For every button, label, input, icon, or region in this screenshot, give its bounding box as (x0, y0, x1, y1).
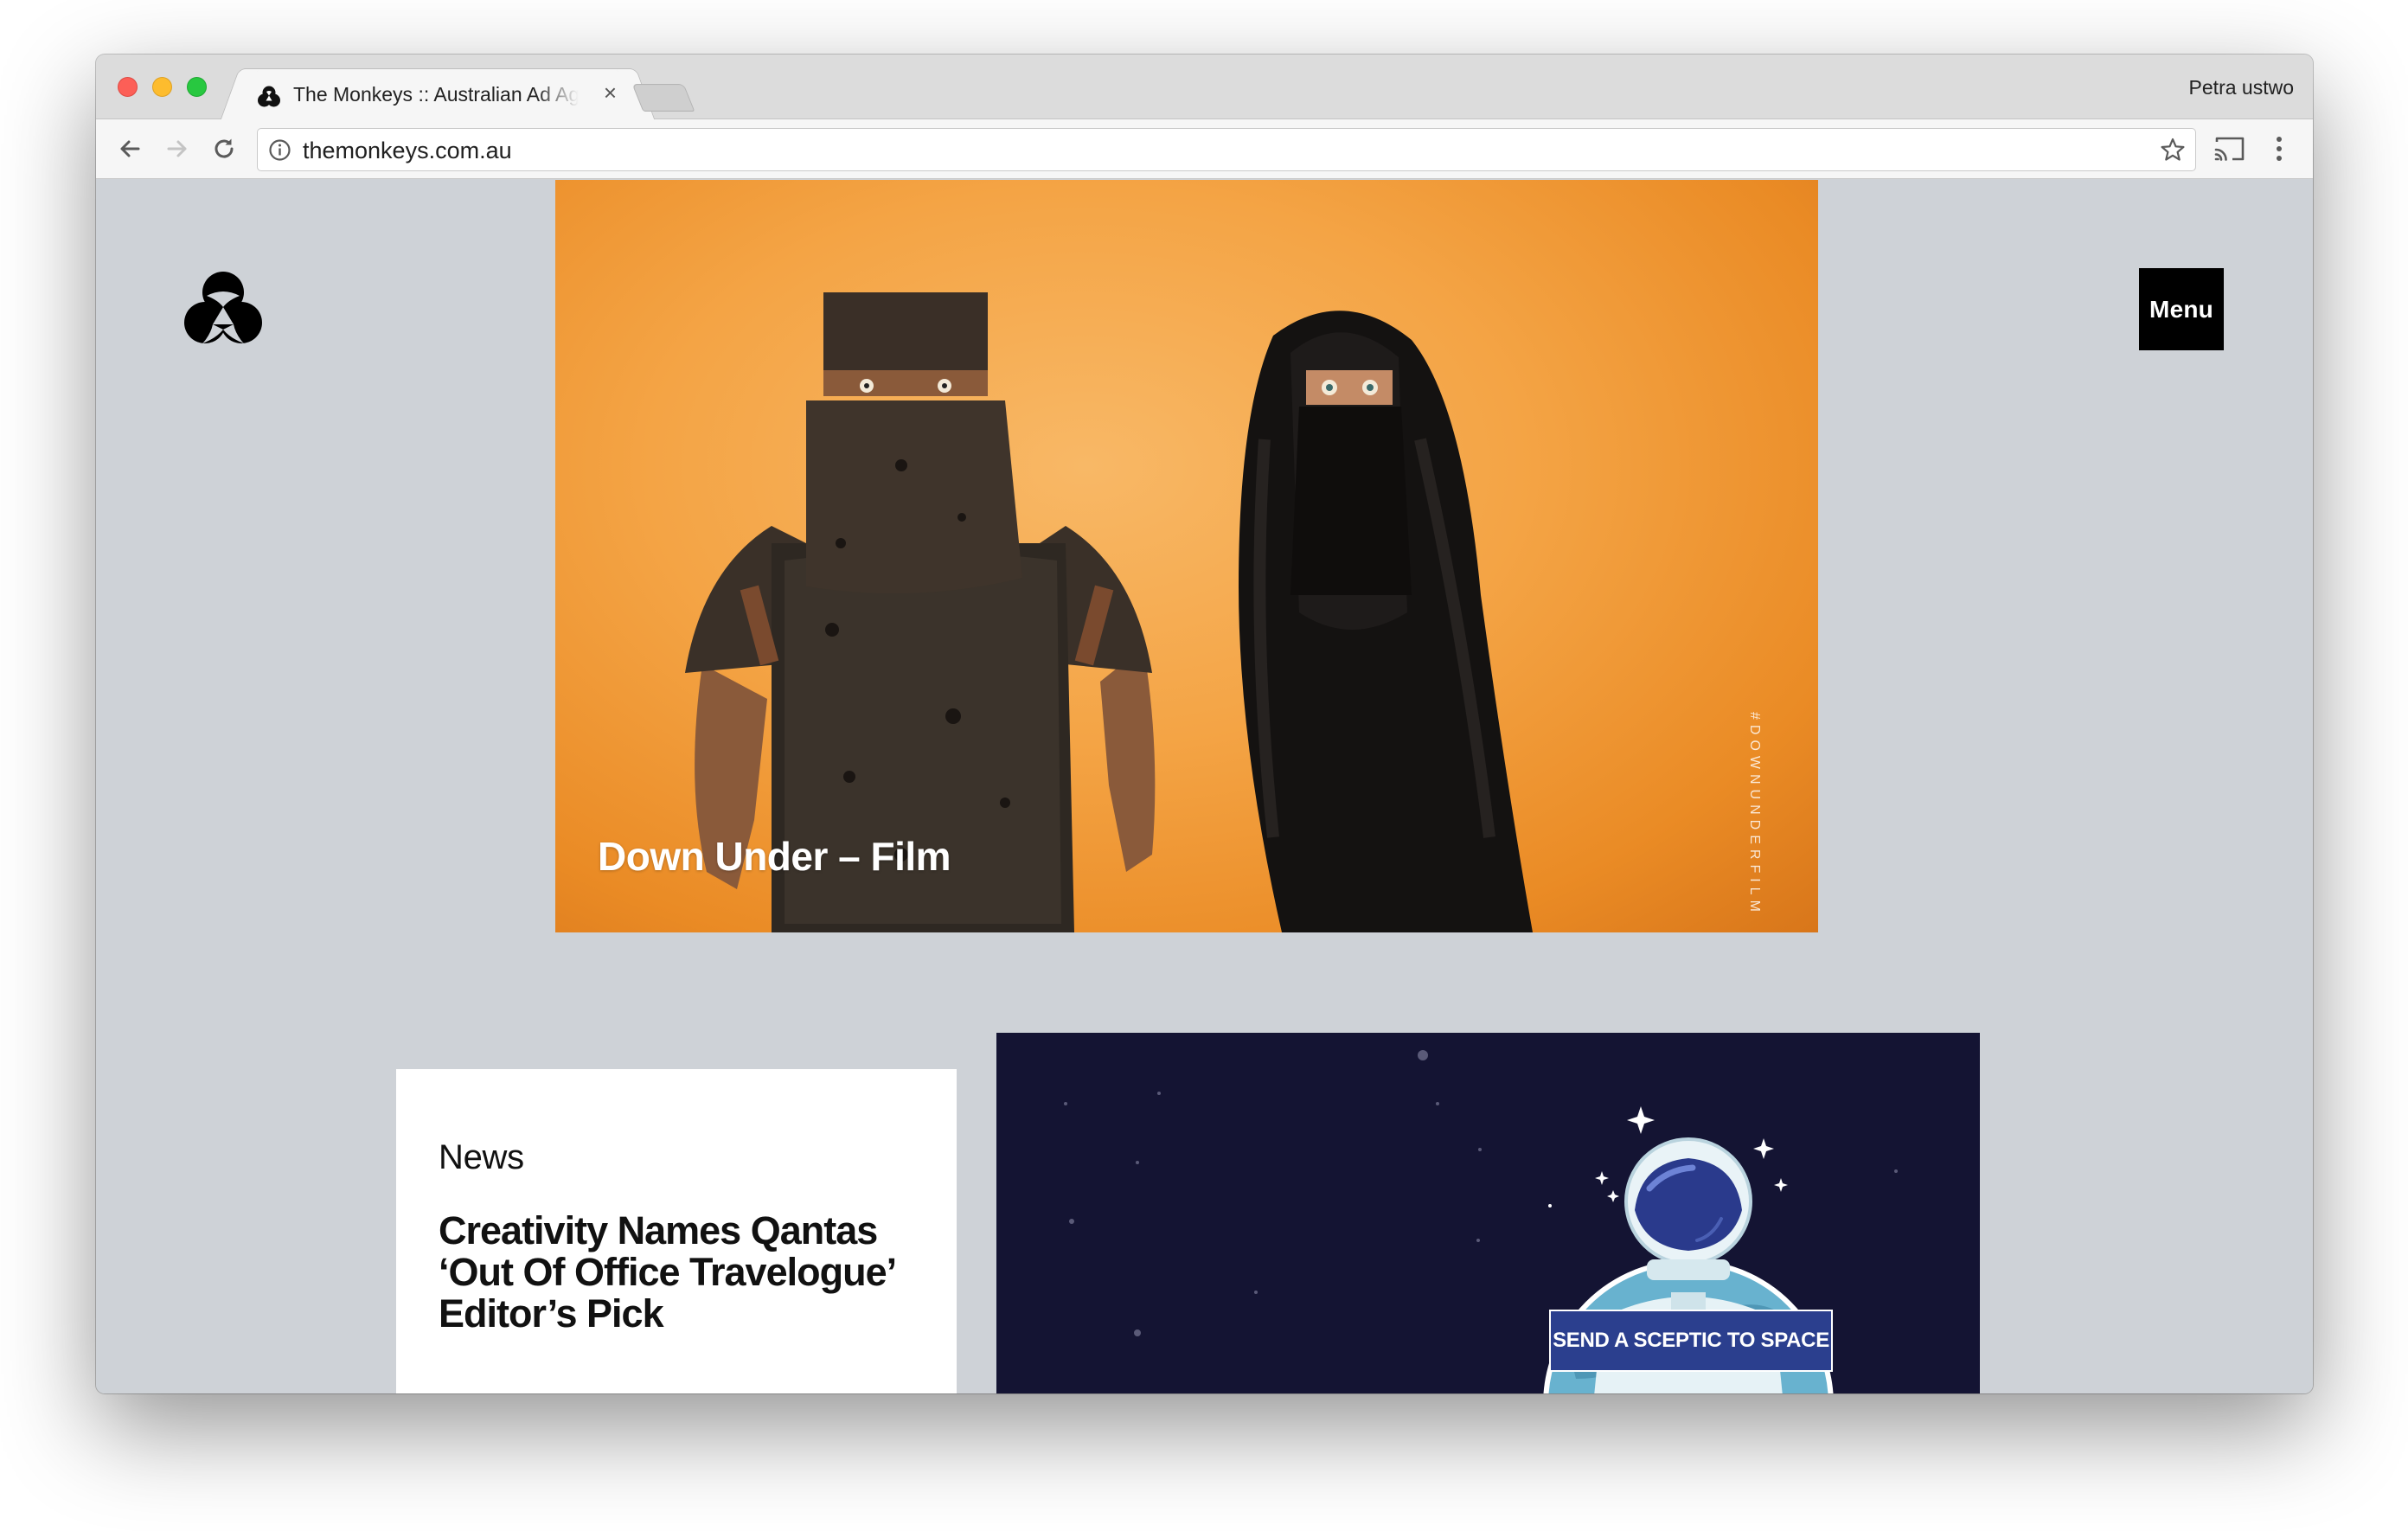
promo-card[interactable]: SEND A SCEPTIC TO SPACE (996, 1033, 1980, 1393)
maximize-window-button[interactable] (187, 77, 207, 97)
browser-toolbar: themonkeys.com.au (96, 119, 2313, 179)
cast-icon[interactable] (2213, 134, 2246, 163)
new-tab-button[interactable] (631, 84, 695, 112)
profile-name[interactable]: Petra ustwo (2189, 76, 2294, 99)
hero-feature[interactable]: Down Under – Film #DOWNUNDERFILM (555, 180, 1818, 932)
info-icon[interactable] (268, 138, 291, 162)
monkeys-logo-icon[interactable] (183, 269, 263, 347)
star-icon[interactable] (2159, 136, 2187, 163)
news-headline[interactable]: Creativity Names Qantas ‘Out Of Office T… (439, 1210, 940, 1335)
browser-window: The Monkeys :: Australian Ad Agency × Pe… (96, 54, 2313, 1393)
forward-button[interactable] (162, 133, 193, 164)
close-window-button[interactable] (118, 77, 138, 97)
promo-banner[interactable]: SEND A SCEPTIC TO SPACE (1549, 1310, 1833, 1372)
hero-hashtag: #DOWNUNDERFILM (1747, 712, 1762, 917)
monkeys-favicon-icon (258, 86, 280, 107)
arrow-right-icon (167, 140, 187, 157)
url-text: themonkeys.com.au (303, 138, 512, 163)
news-card[interactable]: News Creativity Names Qantas ‘Out Of Off… (396, 1069, 957, 1393)
title-bar: The Monkeys :: Australian Ad Agency × Pe… (96, 54, 2313, 120)
tab-title: The Monkeys :: Australian Ad Agency (293, 83, 579, 106)
kebab-menu-icon[interactable] (2272, 133, 2286, 164)
tab-close-icon[interactable]: × (604, 80, 617, 106)
arrow-left-icon (120, 140, 140, 157)
menu-button[interactable]: Menu (2139, 268, 2224, 350)
news-category: News (439, 1138, 524, 1176)
page-viewport: Menu Down Under – Film #DOWNUNDERFILM Ne… (96, 180, 2313, 1393)
address-bar[interactable]: themonkeys.com.au (257, 128, 2196, 171)
reload-icon (215, 138, 234, 158)
reload-button[interactable] (208, 133, 240, 164)
minimize-window-button[interactable] (152, 77, 172, 97)
hero-photo (685, 292, 1533, 932)
browser-tab[interactable]: The Monkeys :: Australian Ad Agency × (239, 68, 637, 120)
hero-title[interactable]: Down Under – Film (598, 833, 951, 880)
back-button[interactable] (114, 133, 145, 164)
